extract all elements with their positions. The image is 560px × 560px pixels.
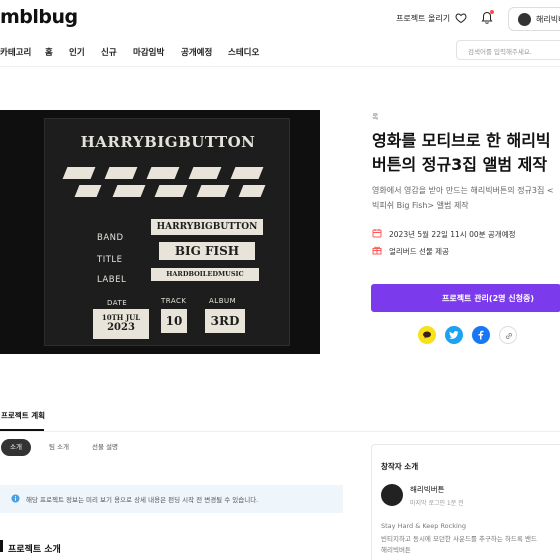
subtab-gift[interactable]: 선물 설명 xyxy=(86,439,124,456)
album-value: 3RD xyxy=(205,309,245,333)
project-title-line1: 영화를 모티브로 한 해리빅 xyxy=(372,131,551,150)
creator-heading: 창작자 소개 xyxy=(381,462,419,471)
date-label: DATE xyxy=(107,299,128,307)
clapper-stripe xyxy=(238,185,266,197)
calendar-icon xyxy=(372,229,382,238)
preview-notice: 해당 프로젝트 정보는 미리 보기 용으로 상세 내용은 펀딩 시작 전 변경될… xyxy=(0,485,343,513)
tabs-divider xyxy=(0,431,560,432)
nav-divider xyxy=(0,66,560,67)
label-label: LABEL xyxy=(97,275,127,285)
date-value-day: 10TH JUL xyxy=(101,313,141,322)
project-description-line1: 영화에서 영감을 받아 만드는 해리빅버튼의 정규3집 < xyxy=(372,186,554,195)
band-label: BAND xyxy=(97,233,124,243)
profile-username: 해리빅버튼 xyxy=(536,15,560,24)
link-icon[interactable] xyxy=(499,326,517,344)
nav-item-new[interactable]: 신규 xyxy=(101,46,117,58)
date-value-year: 2023 xyxy=(107,322,135,333)
clapper-stripe xyxy=(154,185,188,197)
notification-dot xyxy=(490,10,494,14)
nav-item-home[interactable]: 홈 xyxy=(45,46,53,58)
project-manage-label: 프로젝트 관리(2명 신청중) xyxy=(441,294,535,303)
creator-bio-line1: Stay Hard & Keep Rocking xyxy=(381,522,467,530)
clapper-stripe xyxy=(74,185,102,197)
track-value: 10 xyxy=(161,309,187,333)
clapper-stripe xyxy=(112,185,146,197)
project-category[interactable]: 록 xyxy=(372,112,378,122)
creator-bio-line2: 빈티지하고 동시에 모던한 사운드를 추구하는 하드록 밴드 xyxy=(381,535,537,543)
title-label: TITLE xyxy=(97,255,123,265)
album-band-title: HARRYBIGBUTTON xyxy=(80,133,256,151)
nav-item-category[interactable]: 카테고리 xyxy=(0,46,31,58)
site-logo[interactable]: mblbug xyxy=(0,6,78,28)
clapper-stripe xyxy=(230,167,264,179)
facebook-icon[interactable] xyxy=(472,326,490,344)
nav-item-closing[interactable]: 마감임박 xyxy=(133,46,164,58)
section-title: 프로젝트 소개 xyxy=(8,545,61,555)
top-bar: mblbug 프로젝트 올리기 해리빅버튼 xyxy=(0,0,560,38)
clapper-stripe xyxy=(104,167,138,179)
profile-menu[interactable]: 해리빅버튼 xyxy=(508,7,560,31)
nav-item-upcoming[interactable]: 공개예정 xyxy=(181,46,212,58)
heart-icon[interactable] xyxy=(455,12,467,24)
kakao-icon[interactable] xyxy=(418,326,436,344)
project-title-line2: 버튼의 정규3집 앨범 제작 xyxy=(372,155,548,174)
album-case: HARRYBIGBUTTON BAND HARRYBIGBUTTON TITLE… xyxy=(44,118,290,346)
creator-avatar[interactable] xyxy=(381,484,403,506)
project-manage-button[interactable]: 프로젝트 관리(2명 신청중) xyxy=(371,284,560,312)
creator-last-login: 마지막 로그인 1분 전 xyxy=(410,500,464,507)
nav-item-popular[interactable]: 인기 xyxy=(69,46,85,58)
clapper-stripe xyxy=(146,167,180,179)
preview-notice-text: 해당 프로젝트 정보는 미리 보기 용으로 상세 내용은 펀딩 시작 전 변경될… xyxy=(26,496,259,504)
subtab-intro[interactable]: 소개 xyxy=(1,439,31,456)
creator-bio-line3: 해리빅버튼 xyxy=(381,546,411,554)
creator-name[interactable]: 해리빅버튼 xyxy=(410,484,445,495)
gift-icon xyxy=(372,246,382,255)
search-placeholder: 검색어를 입력해주세요. xyxy=(468,48,532,56)
clapper-stripe xyxy=(62,167,96,179)
project-description-line2: 빅피쉬 Big Fish> 앨범 제작 xyxy=(372,201,469,210)
track-label: TRACK xyxy=(161,297,187,305)
nav-item-studio[interactable]: 스테디오 xyxy=(228,46,259,58)
gift-text: 얼리버드 선물 제공 xyxy=(389,247,449,256)
creator-card: 창작자 소개 해리빅버튼 마지막 로그인 1분 전 Stay Hard & Ke… xyxy=(371,444,560,560)
album-label: ALBUM xyxy=(209,297,237,305)
tab-project-plan[interactable]: 프로젝트 계획 xyxy=(1,410,45,421)
clapper-stripe xyxy=(196,185,230,197)
title-value: BIG FISH xyxy=(159,242,255,260)
schedule-text: 2023년 5월 22일 11시 00분 공개예정 xyxy=(389,230,516,239)
search-input[interactable]: 검색어를 입력해주세요. xyxy=(456,40,560,60)
section-marker xyxy=(0,540,3,552)
avatar xyxy=(518,13,531,26)
subtab-team[interactable]: 팀 소개 xyxy=(44,439,74,456)
band-value: HARRYBIGBUTTON xyxy=(151,219,263,235)
clapper-stripe xyxy=(188,167,222,179)
date-value: 10TH JUL 2023 xyxy=(93,309,149,339)
twitter-icon[interactable] xyxy=(445,326,463,344)
upload-project-link[interactable]: 프로젝트 올리기 xyxy=(396,13,450,24)
project-cover-image[interactable]: HARRYBIGBUTTON BAND HARRYBIGBUTTON TITLE… xyxy=(0,110,320,354)
label-value: HARDBOILEDMUSIC xyxy=(151,268,259,281)
info-icon xyxy=(11,494,20,503)
